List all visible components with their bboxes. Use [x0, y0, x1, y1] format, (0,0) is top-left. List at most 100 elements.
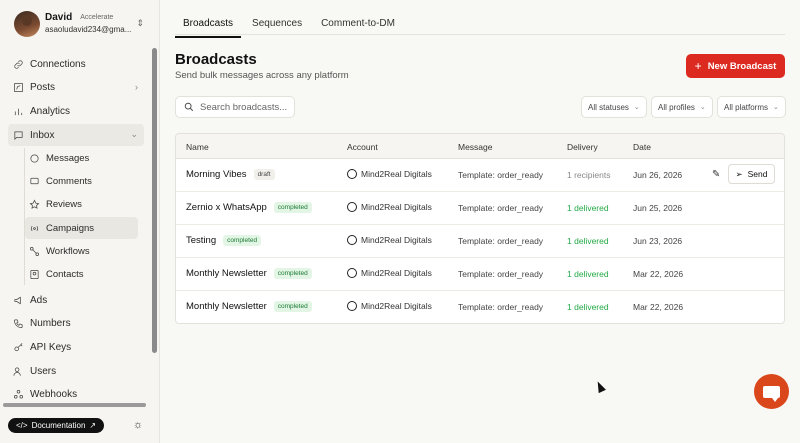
sidebar-item-label: Workflows	[46, 245, 90, 257]
broadcast-name: Testing	[186, 235, 217, 246]
external-link-icon: ↗	[89, 421, 97, 430]
broadcast-date: Mar 22, 2026	[633, 302, 684, 312]
chat-support-button[interactable]	[754, 374, 789, 409]
sidebar-scrollbar[interactable]	[152, 48, 157, 353]
broadcast-name: Zernio x WhatsApp	[186, 202, 267, 213]
sidebar-item-numbers[interactable]: Numbers	[8, 313, 144, 335]
table-row[interactable]: Monthly Newsletter completed Mind2Real Di…	[176, 258, 784, 291]
edit-icon	[12, 82, 24, 94]
sidebar-item-label: Contacts	[46, 268, 84, 280]
platform-filter[interactable]: All platforms ⌄	[717, 96, 786, 118]
message-template: Template: order_ready	[458, 236, 544, 246]
whatsapp-icon	[347, 268, 357, 278]
plan-badge: Accelerate	[80, 14, 114, 21]
new-broadcast-button[interactable]: + New Broadcast	[686, 54, 785, 78]
whatsapp-icon	[347, 301, 357, 311]
status-badge: completed	[223, 235, 262, 246]
chat-bubble-icon	[28, 153, 40, 165]
code-icon: </>	[16, 421, 28, 430]
account-name: Mind2Real Digitals	[361, 301, 432, 311]
broadcast-name: Monthly Newsletter	[186, 301, 267, 312]
sidebar-item-comments[interactable]: Comments	[25, 171, 138, 193]
sidebar-nav: Connections Posts › Analytics Inbox ⌄ Me…	[8, 53, 144, 408]
sidebar-item-label: API Keys	[30, 342, 72, 354]
broadcast-date: Jun 25, 2026	[633, 203, 683, 213]
status-badge: completed	[273, 202, 312, 213]
documentation-button[interactable]: </> Documentation ↗	[8, 418, 105, 433]
profile-filter[interactable]: All profiles ⌄	[651, 96, 713, 118]
broadcasts-table: Name Account Message Delivery Date Morni…	[175, 133, 785, 324]
phone-icon	[12, 318, 24, 330]
chevron-down-icon: ⌄	[773, 104, 779, 111]
sidebar: David Accelerate asaoludavid234@gma... ⇕…	[0, 0, 160, 443]
status-filter-label: All statuses	[588, 102, 629, 112]
sidebar-item-ads[interactable]: Ads	[8, 289, 144, 311]
table-row[interactable]: Zernio x WhatsApp completed Mind2Real Dig…	[176, 192, 784, 225]
edit-icon[interactable]: ✎	[712, 169, 720, 180]
table-row[interactable]: Morning Vibes draft Mind2Real Digitals Te…	[176, 159, 784, 192]
status-badge: draft	[253, 169, 275, 180]
search-box	[175, 96, 295, 118]
chevron-updown-icon: ⇕	[136, 18, 144, 28]
send-button[interactable]: ➢ Send	[728, 164, 775, 184]
workflow-icon	[28, 245, 40, 257]
profile-switcher[interactable]: David Accelerate asaoludavid234@gma... ⇕	[8, 10, 152, 38]
sun-icon[interactable]: ☼	[133, 419, 143, 431]
table-row[interactable]: Monthly Newsletter completed Mind2Real Di…	[176, 291, 784, 323]
message-square-icon	[12, 129, 24, 141]
profile-name: David	[45, 12, 73, 23]
plus-icon: +	[694, 59, 702, 73]
chevron-down-icon: ⌄	[699, 104, 706, 111]
sidebar-item-posts[interactable]: Posts ›	[8, 77, 144, 99]
table-header: Name Account Message Delivery Date	[176, 134, 784, 159]
status-filter[interactable]: All statuses ⌄	[581, 96, 647, 118]
account-name: Mind2Real Digitals	[361, 169, 432, 179]
broadcast-name: Morning Vibes	[186, 169, 247, 180]
sidebar-item-workflows[interactable]: Workflows	[25, 241, 138, 263]
broadcast-name: Monthly Newsletter	[186, 268, 267, 279]
chat-icon	[763, 385, 780, 402]
sidebar-item-label: Campaigns	[46, 222, 95, 234]
column-header-delivery: Delivery	[567, 142, 598, 152]
sidebar-item-label: Messages	[46, 153, 90, 164]
sidebar-item-users[interactable]: Users	[8, 360, 144, 382]
column-header-account: Account	[347, 142, 378, 152]
users-icon	[12, 365, 24, 377]
sidebar-item-label: Ads	[30, 294, 48, 306]
search-icon	[184, 102, 194, 112]
page-title: Broadcasts	[175, 51, 257, 68]
delivery-status: 1 recipients	[567, 170, 611, 180]
column-header-name: Name	[186, 142, 209, 152]
chevron-down-icon: ⌄	[633, 104, 640, 111]
chevron-right-icon: ›	[135, 81, 138, 92]
broadcast-date: Mar 22, 2026	[633, 269, 684, 279]
avatar	[14, 11, 40, 37]
search-input[interactable]	[200, 101, 290, 113]
sidebar-item-campaigns[interactable]: Campaigns	[25, 217, 138, 239]
webhook-icon	[12, 389, 24, 401]
documentation-label: Documentation	[31, 421, 86, 430]
sidebar-item-messages[interactable]: Messages	[25, 148, 138, 170]
contact-card-icon	[28, 268, 40, 280]
platform-filter-label: All platforms	[724, 102, 769, 112]
new-broadcast-label: New Broadcast	[707, 60, 777, 72]
sidebar-item-reviews[interactable]: Reviews	[25, 194, 138, 216]
sidebar-item-connections[interactable]: Connections	[8, 53, 144, 75]
sidebar-item-label: Reviews	[46, 199, 82, 211]
sidebar-item-analytics[interactable]: Analytics	[8, 100, 144, 122]
whatsapp-icon	[347, 202, 357, 212]
sidebar-horizontal-scrollbar[interactable]	[3, 403, 146, 407]
account-name: Mind2Real Digitals	[361, 268, 432, 278]
status-badge: completed	[273, 301, 312, 312]
whatsapp-icon	[347, 169, 357, 179]
message-template: Template: order_ready	[458, 302, 544, 312]
send-icon: ➢	[735, 168, 743, 179]
whatsapp-icon	[347, 235, 357, 245]
status-badge: completed	[273, 268, 312, 279]
broadcast-icon	[28, 222, 40, 234]
sidebar-item-api-keys[interactable]: API Keys	[8, 337, 144, 359]
send-label: Send	[747, 169, 768, 179]
sidebar-item-contacts[interactable]: Contacts	[25, 264, 138, 286]
sidebar-item-inbox[interactable]: Inbox ⌄	[8, 124, 144, 147]
table-row[interactable]: Testing completed Mind2Real Digitals Temp…	[176, 225, 784, 258]
